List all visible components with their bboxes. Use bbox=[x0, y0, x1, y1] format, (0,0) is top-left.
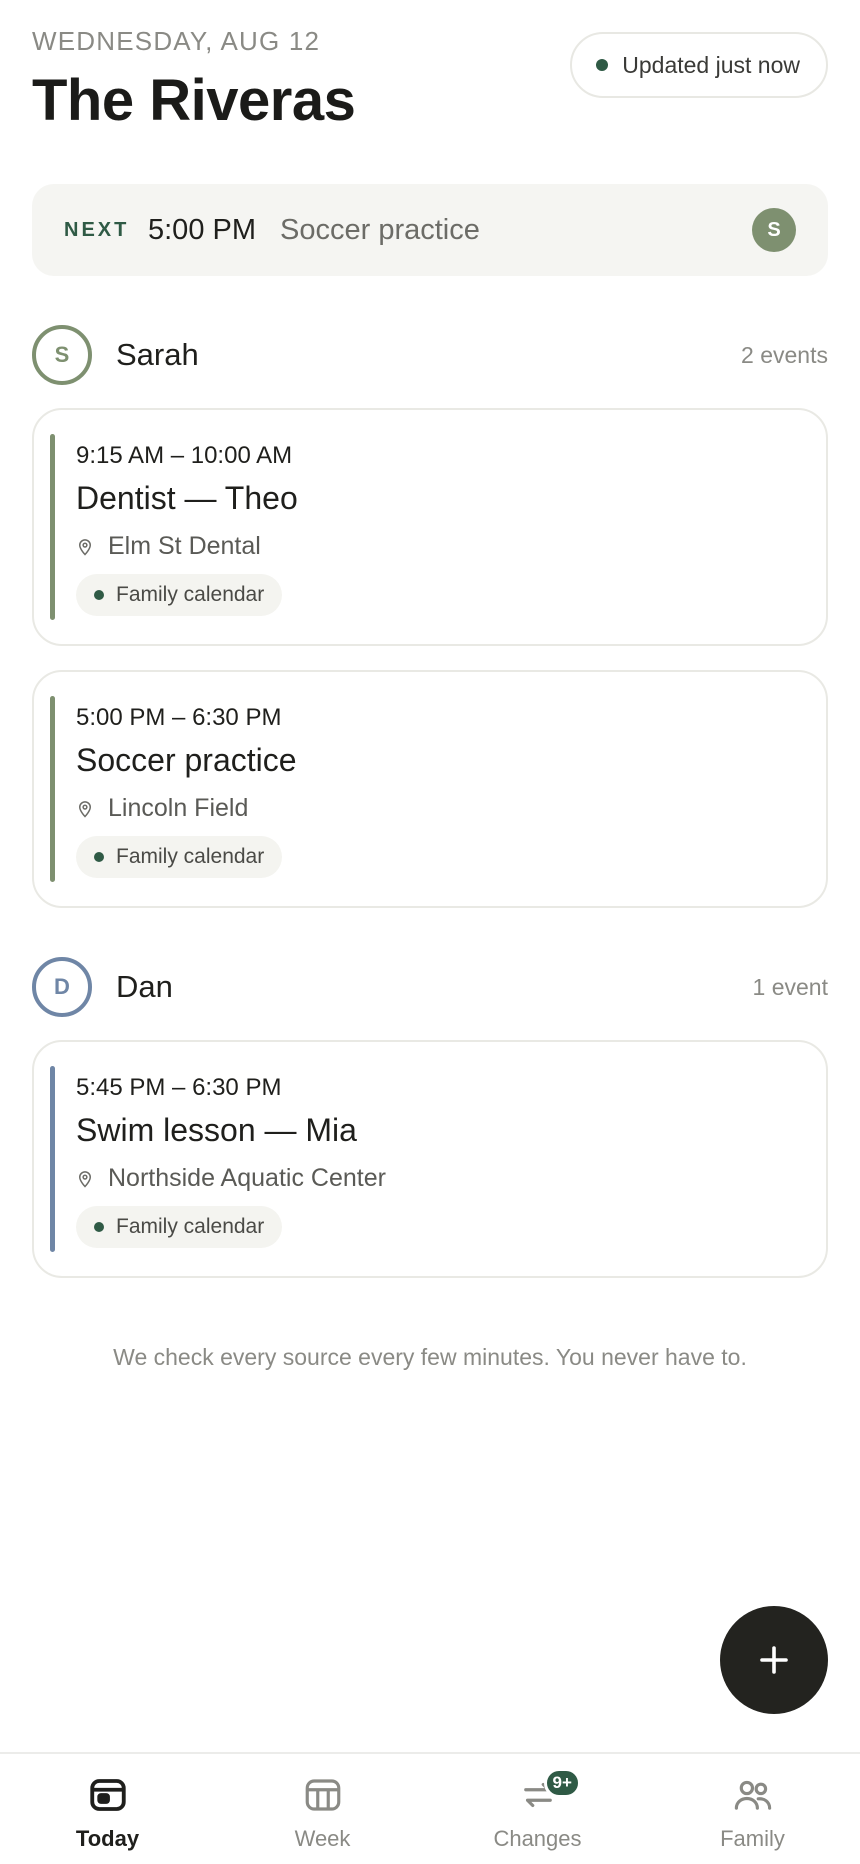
event-location: Northside Aquatic Center bbox=[76, 1164, 386, 1193]
people-icon bbox=[734, 1780, 771, 1810]
calendar-dot-icon bbox=[94, 590, 104, 600]
event-card[interactable]: 9:15 AM – 10:00 AM Dentist — Theo Elm St… bbox=[32, 408, 828, 646]
bottom-tab-bar: Today Week 9+ Changes Family bbox=[0, 1752, 860, 1864]
event-count: 1 event bbox=[752, 973, 828, 1000]
next-event-title: Soccer practice bbox=[280, 213, 480, 246]
event-location-label: Elm St Dental bbox=[108, 532, 261, 560]
event-location: Lincoln Field bbox=[76, 794, 248, 823]
owner-color-bar bbox=[50, 696, 55, 882]
tab-label: Family bbox=[720, 1826, 785, 1851]
next-event-avatar: S bbox=[752, 208, 796, 252]
status-dot-icon bbox=[596, 59, 609, 71]
person-header-sarah: S Sarah 2 events bbox=[32, 324, 828, 386]
date-label: WEDNESDAY, AUG 12 bbox=[32, 26, 321, 56]
event-title: Soccer practice bbox=[76, 742, 297, 778]
event-time: 9:15 AM – 10:00 AM bbox=[76, 442, 293, 469]
owner-color-bar bbox=[50, 1066, 55, 1252]
add-event-button[interactable] bbox=[720, 1606, 828, 1714]
next-event-banner[interactable]: NEXT 5:00 PM Soccer practice S bbox=[32, 184, 828, 276]
calendar-today-icon bbox=[89, 1779, 126, 1811]
calendar-source-chip: Family calendar bbox=[76, 1206, 283, 1248]
event-location-label: Northside Aquatic Center bbox=[108, 1164, 386, 1192]
owner-color-bar bbox=[50, 434, 55, 620]
tab-week[interactable]: Week bbox=[215, 1754, 430, 1864]
changes-count-badge: 9+ bbox=[543, 1768, 581, 1798]
calendar-source-label: Family calendar bbox=[116, 845, 265, 868]
calendar-source-chip: Family calendar bbox=[76, 836, 283, 878]
event-card[interactable]: 5:45 PM – 6:30 PM Swim lesson — Mia Nort… bbox=[32, 1040, 828, 1278]
tab-label: Week bbox=[294, 1826, 351, 1851]
person-name: Dan bbox=[116, 969, 173, 1004]
week-grid-icon bbox=[305, 1779, 340, 1811]
plus-icon bbox=[760, 1646, 788, 1674]
event-time: 5:45 PM – 6:30 PM bbox=[76, 1074, 282, 1101]
person-name: Sarah bbox=[116, 337, 199, 372]
sync-footnote: We check every source every few minutes.… bbox=[113, 1344, 747, 1370]
tab-label: Changes bbox=[493, 1826, 582, 1851]
tab-label: Today bbox=[75, 1826, 140, 1851]
tab-changes[interactable]: 9+ Changes bbox=[430, 1754, 645, 1864]
event-title: Swim lesson — Mia bbox=[76, 1112, 357, 1148]
tab-today[interactable]: Today bbox=[0, 1754, 215, 1864]
next-label: NEXT bbox=[64, 218, 130, 241]
avatar: S bbox=[32, 325, 92, 385]
event-location-label: Lincoln Field bbox=[108, 794, 249, 822]
next-event-time: 5:00 PM bbox=[148, 213, 256, 246]
event-count: 2 events bbox=[741, 341, 828, 368]
calendar-dot-icon bbox=[94, 852, 104, 862]
sync-status-pill[interactable]: Updated just now bbox=[570, 32, 828, 98]
event-title: Dentist — Theo bbox=[76, 480, 298, 516]
event-card[interactable]: 5:00 PM – 6:30 PM Soccer practice Lincol… bbox=[32, 670, 828, 908]
sync-status-label: Updated just now bbox=[622, 51, 800, 78]
event-location: Elm St Dental bbox=[76, 532, 261, 561]
avatar: D bbox=[32, 957, 92, 1017]
calendar-source-label: Family calendar bbox=[116, 583, 265, 606]
page-header: WEDNESDAY, AUG 12 The Riveras bbox=[32, 26, 356, 134]
page-title: The Riveras bbox=[32, 68, 356, 133]
person-header-dan: D Dan 1 event bbox=[32, 956, 828, 1018]
location-pin-icon bbox=[78, 1170, 92, 1188]
calendar-source-chip: Family calendar bbox=[76, 574, 283, 616]
calendar-source-label: Family calendar bbox=[116, 1215, 265, 1238]
tab-family[interactable]: Family bbox=[645, 1754, 860, 1864]
event-time: 5:00 PM – 6:30 PM bbox=[76, 704, 282, 731]
location-pin-icon bbox=[78, 538, 92, 556]
calendar-dot-icon bbox=[94, 1222, 104, 1232]
location-pin-icon bbox=[78, 800, 92, 818]
